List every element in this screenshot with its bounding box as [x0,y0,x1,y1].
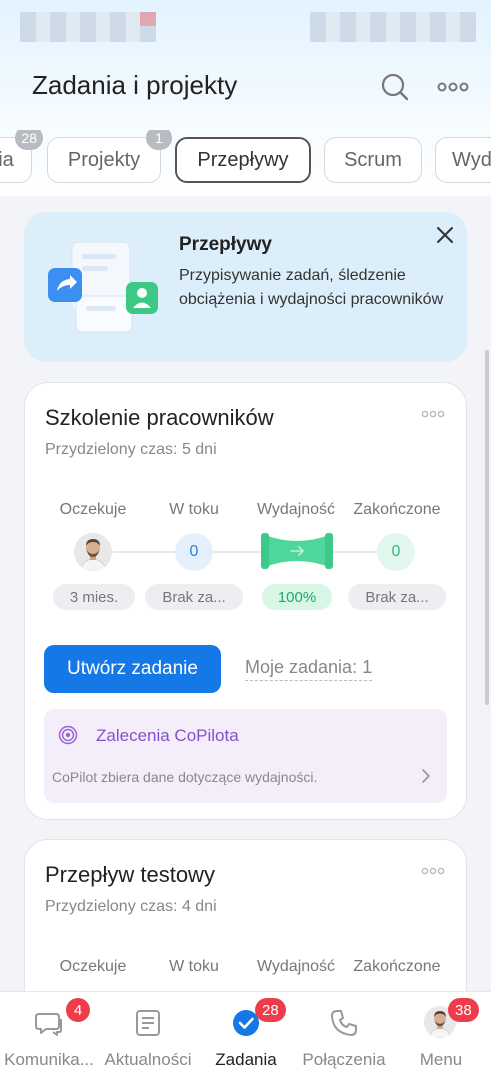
tab-partial-right[interactable]: Wyd [435,137,491,183]
column-done: Zakończone [353,958,441,975]
chevron-right-icon[interactable] [420,767,432,785]
efficiency-pill: 100% [262,584,332,610]
flows-illustration-icon [48,241,158,333]
waiting-duration-pill: 3 mies. [53,584,135,610]
tab-partial-left[interactable]: ia 28 [0,130,43,183]
bottom-navigation: 4 Komunika... Aktualności 28 Zadania Poł… [0,991,491,1080]
page-title: Zadania i projekty [32,70,238,100]
tab-przeplywy[interactable]: Przepływy [175,137,311,183]
promo-banner: Przepływy Przypisywanie zadań, śledzenie… [24,212,467,362]
column-efficiency: Wydajność [256,501,336,518]
copilot-status-text: CoPilot zbiera dane dotyczące wydajności… [52,769,318,785]
efficiency-indicator-icon [261,533,333,569]
tab-label: Projekty [67,148,141,171]
stage-connector [213,551,261,553]
stage-connector [333,551,377,553]
copilot-icon [58,725,78,745]
flow-card-time: Przydzielony czas: 4 dni [45,898,217,915]
nav-item-messages[interactable]: 4 Komunika... [0,992,98,1080]
tab-projekty[interactable]: Projekty 1 [47,130,172,183]
chat-icon [35,1013,62,1036]
tab-scrum[interactable]: Scrum [324,137,422,183]
tab-label: Przepływy [197,148,289,171]
stage-connector [113,551,175,553]
person-avatar-icon [74,533,112,571]
nav-label: Menu [419,1050,463,1069]
status-bar-left-blurred [20,12,156,42]
tab-bar: ia 28 Projekty 1 Przepływy Scrum Wyd [0,130,491,186]
done-count: 0 [377,533,415,571]
flow-card-title: Przepływ testowy [45,862,215,887]
nav-label: Komunika... [4,1050,94,1069]
flow-card-time: Przydzielony czas: 5 dni [45,441,217,458]
tab-label: ia [0,148,14,171]
avatar[interactable] [74,533,112,571]
promo-description: Przypisywanie zadań, śledzenie obciążeni… [179,267,444,308]
nav-label: Połączenia [302,1050,386,1069]
tab-label: Wyd [452,148,491,171]
column-in-progress: W toku [169,958,219,975]
nav-badge: 38 [448,998,479,1022]
search-icon[interactable] [380,72,410,102]
nav-item-menu[interactable]: 38 Menu [392,992,490,1080]
done-pill: Brak za... [348,584,446,610]
tab-badge: 1 [146,130,172,150]
card-more-icon[interactable] [421,866,445,876]
phone-icon [331,1010,357,1036]
top-header-area: Zadania i projekty ia 28 Projekty 1 Prze… [0,0,491,200]
nav-item-calls[interactable]: Połączenia [295,992,393,1080]
create-task-button[interactable]: Utwórz zadanie [44,645,221,693]
nav-badge: 28 [255,998,286,1022]
column-waiting: Oczekuje [59,958,127,975]
copilot-title: Zalecenia CoPilota [96,726,239,745]
promo-title: Przepływy [179,234,272,255]
tab-badge: 28 [15,130,43,150]
close-icon[interactable] [434,224,456,246]
scrollbar[interactable] [485,350,489,705]
main-content[interactable]: Przepływy Przypisywanie zadań, śledzenie… [0,196,491,1039]
in-progress-count: 0 [175,533,213,571]
nav-label: Aktualności [104,1050,192,1069]
status-bar-right-blurred [310,12,476,42]
flow-card-title: Szkolenie pracowników [45,405,274,430]
card-more-icon[interactable] [421,409,445,419]
nav-item-tasks[interactable]: 28 Zadania [197,992,295,1080]
flow-card[interactable]: Szkolenie pracowników Przydzielony czas:… [24,382,467,820]
nav-item-news[interactable]: Aktualności [99,992,197,1080]
in-progress-pill: Brak za... [145,584,243,610]
news-icon [136,1010,160,1036]
tab-label: Scrum [344,148,402,171]
column-efficiency: Wydajność [256,958,336,975]
column-waiting: Oczekuje [59,501,127,518]
column-in-progress: W toku [169,501,219,518]
copilot-recommendations[interactable]: Zalecenia CoPilota CoPilot zbiera dane d… [44,709,447,803]
nav-badge: 4 [66,998,90,1022]
column-done: Zakończone [353,501,441,518]
my-tasks-link[interactable]: Moje zadania: 1 [245,657,373,681]
more-options-icon[interactable] [436,72,470,102]
nav-label: Zadania [215,1050,277,1069]
